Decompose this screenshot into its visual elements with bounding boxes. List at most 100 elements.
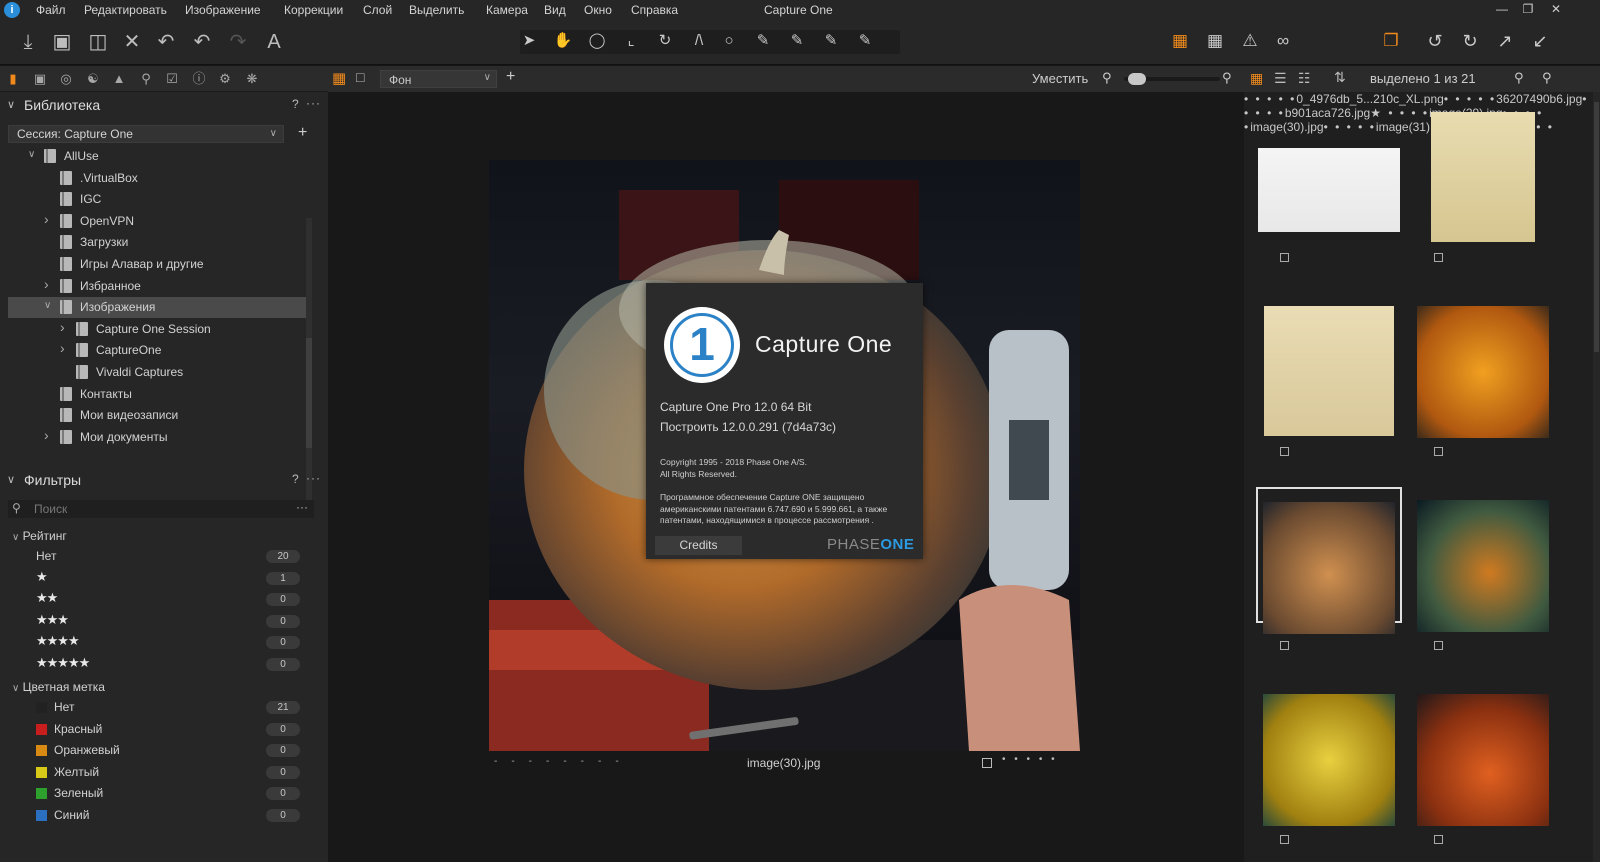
- batch-tab-icon[interactable]: ❋: [243, 70, 261, 88]
- thumbnail-image[interactable]: [1417, 306, 1549, 438]
- gradient-icon[interactable]: ✎: [818, 30, 844, 52]
- menu-image[interactable]: Изображение: [185, 3, 261, 17]
- capture-tab-icon[interactable]: ▣: [31, 70, 49, 88]
- add-variant-icon[interactable]: +: [506, 68, 515, 86]
- tree-item[interactable]: Загрузки: [8, 232, 308, 253]
- grid-view-icon[interactable]: ▦: [1250, 70, 1263, 87]
- tree-item[interactable]: ∨ AllUse: [8, 146, 308, 167]
- edit-icon[interactable]: ▦: [1167, 30, 1193, 52]
- help-icon[interactable]: ?: [292, 97, 299, 111]
- rating-filter-row[interactable]: ★★★★★ 0: [0, 654, 314, 675]
- select-icon[interactable]: ➤: [516, 30, 542, 52]
- select-checkbox[interactable]: [1280, 253, 1289, 262]
- import-icon[interactable]: ⤓: [14, 28, 42, 56]
- sort-icon[interactable]: ⇅: [1334, 69, 1346, 86]
- menu-camera[interactable]: Камера: [486, 3, 528, 17]
- credits-button[interactable]: Credits: [655, 536, 742, 555]
- collapse-chevron-icon[interactable]: ›: [60, 319, 65, 335]
- thumbnail-rating[interactable]: • • • • •: [1244, 92, 1296, 106]
- spot-icon[interactable]: ○: [716, 30, 742, 52]
- single-view-icon[interactable]: □: [356, 69, 364, 85]
- collapse-chevron-icon[interactable]: ∨: [7, 98, 15, 111]
- rating-filter-row[interactable]: ★★★ 0: [0, 611, 314, 632]
- collapse-chevron-icon[interactable]: ›: [60, 340, 65, 356]
- loupe-icon[interactable]: ◯: [584, 30, 610, 52]
- more-icon[interactable]: ···: [306, 471, 321, 485]
- brush-icon[interactable]: ✎: [750, 30, 776, 52]
- output-tab-icon[interactable]: ⚙: [216, 70, 234, 88]
- tree-item[interactable]: Мои видеозаписи: [8, 405, 308, 426]
- collapse-chevron-icon[interactable]: ›: [44, 427, 49, 443]
- select-checkbox[interactable]: [1280, 835, 1289, 844]
- tree-item[interactable]: › Capture One Session: [8, 319, 308, 340]
- crop-icon[interactable]: ⌞: [618, 30, 644, 52]
- library-tab-icon[interactable]: ▮: [4, 70, 22, 88]
- expand-chevron-icon[interactable]: ∨: [44, 300, 51, 311]
- thumbnail-image[interactable]: [1263, 502, 1395, 634]
- tree-item[interactable]: Контакты: [8, 384, 308, 405]
- help-icon[interactable]: ?: [292, 472, 299, 486]
- rating-group-header[interactable]: ∨ Рейтинг: [12, 529, 67, 543]
- tree-item[interactable]: › Избранное: [8, 276, 308, 297]
- color-filter-row[interactable]: Синий 0: [0, 805, 314, 826]
- tree-item[interactable]: › CaptureOne: [8, 340, 308, 361]
- select-checkbox[interactable]: [1434, 253, 1443, 262]
- thumbnail[interactable]: [1256, 694, 1402, 862]
- fit-label[interactable]: Уместить: [1032, 71, 1088, 86]
- zoom-in-icon[interactable]: ⚲: [1222, 70, 1232, 86]
- viewer-rating-stars[interactable]: • • • • •: [1002, 754, 1058, 765]
- tree-item[interactable]: ∨ Изображения: [8, 297, 308, 319]
- thumbnail[interactable]: [1410, 500, 1556, 676]
- thumbnail[interactable]: [1410, 694, 1556, 862]
- filters-header[interactable]: ∨ Фильтры ? ···: [0, 468, 328, 492]
- thumbnail[interactable]: [1410, 112, 1556, 288]
- select-checkbox[interactable]: [1434, 447, 1443, 456]
- select-checkbox[interactable]: [982, 758, 992, 768]
- glasses-icon[interactable]: ∞: [1270, 30, 1296, 52]
- browser-scrollbar[interactable]: [1593, 92, 1600, 862]
- tree-item[interactable]: Vivaldi Captures: [8, 362, 308, 383]
- add-session-button[interactable]: +: [298, 124, 307, 142]
- camera-icon[interactable]: ▣: [48, 28, 76, 56]
- tree-item[interactable]: › Мои документы: [8, 427, 308, 448]
- more-icon[interactable]: ···: [296, 500, 308, 514]
- search-icon[interactable]: ⚲: [1542, 70, 1552, 86]
- color-filter-row[interactable]: Желтый 0: [0, 762, 314, 783]
- thumbnail-image[interactable]: [1431, 112, 1535, 242]
- picker-icon[interactable]: ✎: [852, 30, 878, 52]
- variant-dropdown[interactable]: Фон ∨: [380, 70, 497, 88]
- text-icon[interactable]: A: [260, 28, 288, 56]
- zoom-slider[interactable]: [1124, 73, 1220, 85]
- rating-filter-row[interactable]: ★★ 0: [0, 589, 314, 610]
- metadata-tab-icon[interactable]: ⓘ: [190, 70, 208, 88]
- expand-icon[interactable]: ↗: [1492, 30, 1518, 52]
- tree-item[interactable]: IGC: [8, 189, 308, 210]
- rotate-left-icon[interactable]: ↺: [1422, 30, 1448, 52]
- folder-icon[interactable]: ◫: [84, 28, 112, 56]
- menu-view[interactable]: Вид: [544, 3, 566, 17]
- layers-icon[interactable]: ❐: [1378, 30, 1404, 52]
- collapse-chevron-icon[interactable]: ›: [44, 276, 49, 292]
- rotate-right-icon[interactable]: ↻: [1457, 30, 1483, 52]
- restore-icon[interactable]: ❐: [1516, 2, 1540, 18]
- collapse-icon[interactable]: ↙: [1527, 30, 1553, 52]
- eraser-icon[interactable]: ✎: [784, 30, 810, 52]
- thumbnail[interactable]: [1256, 112, 1402, 288]
- thumbnail-image[interactable]: [1263, 694, 1395, 826]
- thumbnail[interactable]: [1256, 306, 1402, 482]
- rating-filter-row[interactable]: ★★★★ 0: [0, 632, 314, 653]
- menu-help[interactable]: Справка: [631, 3, 678, 17]
- keystone-icon[interactable]: /\: [686, 30, 712, 52]
- tree-item[interactable]: Игры Алавар и другие: [8, 254, 308, 275]
- session-dropdown[interactable]: Сессия: Capture One ∨: [8, 125, 284, 143]
- menu-layer[interactable]: Слой: [363, 3, 392, 17]
- rotate-icon[interactable]: ↻: [652, 30, 678, 52]
- color-filter-row[interactable]: Нет 21: [0, 697, 314, 718]
- adjustments-tab-icon[interactable]: ☑: [163, 70, 181, 88]
- expand-chevron-icon[interactable]: ∨: [28, 149, 35, 160]
- color-group-header[interactable]: ∨ Цветная метка: [12, 680, 105, 694]
- details-tab-icon[interactable]: ⚲: [137, 70, 155, 88]
- collapse-chevron-icon[interactable]: ›: [44, 211, 49, 227]
- filter-search-field[interactable]: ⚲ Поиск ···: [8, 500, 314, 518]
- select-checkbox[interactable]: [1280, 641, 1289, 650]
